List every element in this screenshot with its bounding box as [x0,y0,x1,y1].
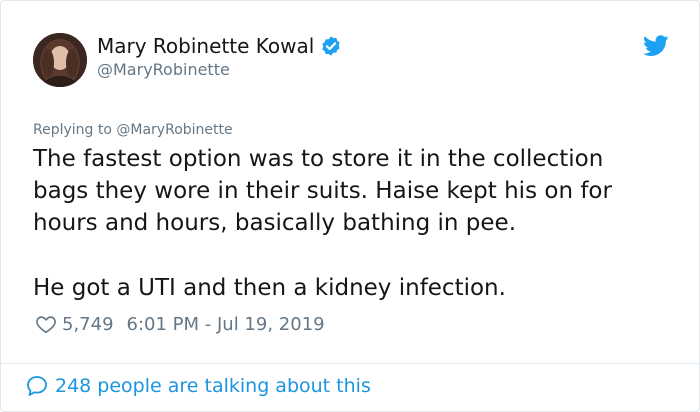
replying-to-mention[interactable]: @MaryRobinette [116,122,232,138]
avatar[interactable] [33,33,87,87]
replying-to: Replying to @MaryRobinette [33,122,233,138]
tweet-text: The fastest option was to store it in th… [33,143,673,304]
conversation-link[interactable]: 248 people are talking about this [25,374,371,398]
tweet-card: Mary Robinette Kowal @MaryRobinette Repl… [0,0,700,412]
speech-bubble-icon [27,376,47,396]
author-name[interactable]: Mary Robinette Kowal [97,34,314,58]
tweet-meta: 5,749 6:01 PM - Jul 19, 2019 [35,313,325,335]
tweet-line: The fastest option was to store it in th… [33,146,604,172]
conversation-link-label[interactable]: 248 people are talking about this [55,375,371,397]
tweet-timestamp[interactable]: 6:01 PM - Jul 19, 2019 [127,314,325,335]
tweet-line: He got a UTI and then a kidney infection… [33,275,506,301]
author-row: Mary Robinette Kowal [97,34,342,58]
tweet-line: bags they wore in their suits. Haise kep… [33,178,612,204]
replying-to-label: Replying to [33,122,112,138]
author-handle[interactable]: @MaryRobinette [97,60,230,79]
like-count[interactable]: 5,749 [62,314,114,335]
verified-badge-icon [322,36,340,56]
tweet-line: hours and hours, basically bathing in pe… [33,210,517,236]
heart-icon[interactable] [35,313,57,335]
twitter-bird-icon[interactable] [643,35,669,57]
divider [1,363,700,364]
